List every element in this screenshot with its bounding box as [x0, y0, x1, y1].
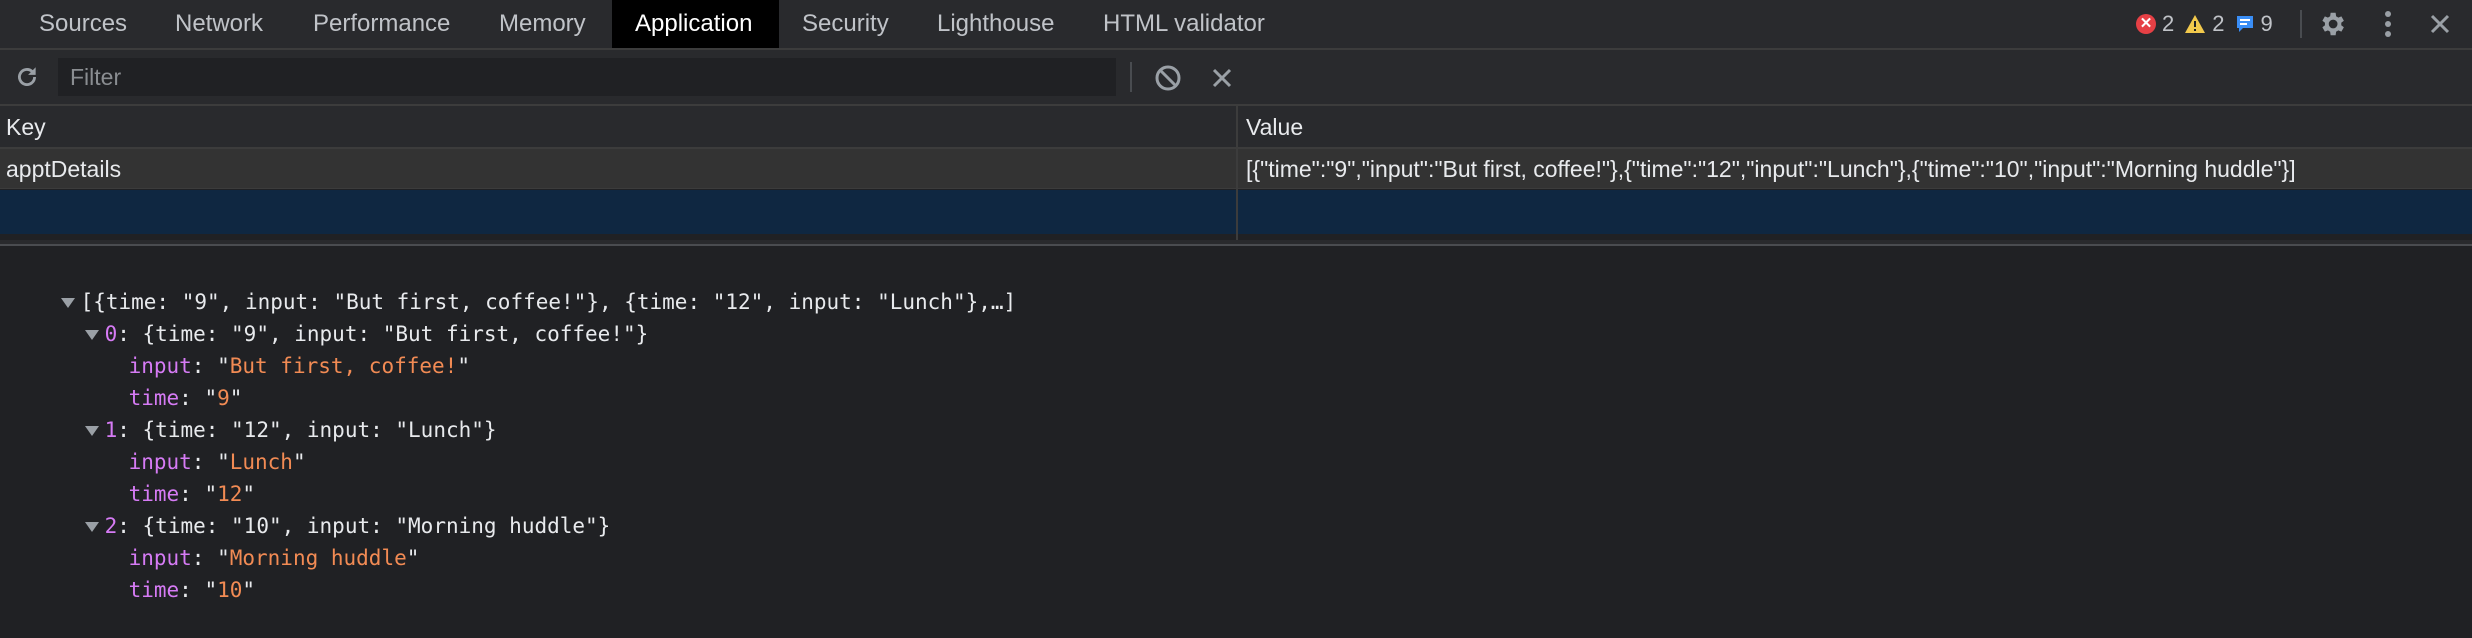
toolbar-divider: [2300, 10, 2302, 38]
more-vertical-icon[interactable]: [2372, 6, 2404, 42]
error-icon: ✕: [2136, 14, 2156, 34]
storage-table: Key Value apptDetails [{"time":"9","inpu…: [0, 106, 2472, 246]
gear-icon[interactable]: [2312, 6, 2352, 42]
tree-property: time: "12": [128, 482, 256, 506]
column-header-key[interactable]: Key: [6, 106, 46, 149]
tree-property: time: "9": [128, 386, 243, 410]
filter-input[interactable]: [58, 58, 1116, 96]
close-devtools-icon[interactable]: [2422, 6, 2458, 42]
tree-property: time: "10": [128, 578, 256, 602]
tree-item[interactable]: 1: {time: "12", input: "Lunch"}: [34, 382, 497, 442]
warning-count: 2: [2212, 11, 2225, 36]
delete-selected-icon[interactable]: [1204, 60, 1240, 96]
row-key: apptDetails: [6, 156, 122, 182]
warning-icon: [2184, 14, 2206, 34]
clear-all-icon[interactable]: [1150, 60, 1186, 96]
issues-counter[interactable]: ✕ 2 2 9: [2136, 0, 2283, 48]
tab-application[interactable]: Application: [612, 0, 779, 48]
value-preview-tree: [{time: "9", input: "But first, coffee!"…: [0, 246, 2472, 602]
tab-memory[interactable]: Memory: [476, 0, 609, 48]
tree-property: input: "But first, coffee!": [128, 354, 470, 378]
tree-property: input: "Morning huddle": [128, 546, 420, 570]
column-separator: [1236, 106, 1238, 242]
property-value: Morning huddle: [229, 546, 407, 570]
tab-sources[interactable]: Sources: [16, 0, 150, 48]
tree-property: input: "Lunch": [128, 450, 306, 474]
tab-html-validator[interactable]: HTML validator: [1080, 0, 1288, 48]
error-count: 2: [2162, 11, 2175, 36]
property-value: But first, coffee!: [229, 354, 458, 378]
panel-tab-bar: Sources Network Performance Memory Appli…: [0, 0, 2472, 50]
tab-network[interactable]: Network: [152, 0, 286, 48]
tree-item[interactable]: 0: {time: "9", input: "But first, coffee…: [34, 286, 648, 346]
toolbar-divider: [1130, 62, 1132, 92]
message-count: 9: [2260, 11, 2273, 36]
message-icon: [2235, 14, 2255, 34]
tab-security[interactable]: Security: [779, 0, 912, 48]
tree-item[interactable]: 2: {time: "10", input: "Morning huddle"}: [34, 478, 610, 538]
storage-toolbar: [0, 50, 2472, 106]
property-key: time: [128, 578, 180, 602]
property-value: 10: [217, 578, 243, 602]
row-value: [{"time":"9","input":"But first, coffee!…: [1246, 156, 2296, 182]
tree-root[interactable]: [{time: "9", input: "But first, coffee!"…: [10, 254, 1016, 314]
tab-performance[interactable]: Performance: [290, 0, 473, 48]
column-header-value[interactable]: Value: [1246, 106, 1303, 149]
refresh-icon[interactable]: [10, 60, 44, 94]
tab-lighthouse[interactable]: Lighthouse: [914, 0, 1077, 48]
